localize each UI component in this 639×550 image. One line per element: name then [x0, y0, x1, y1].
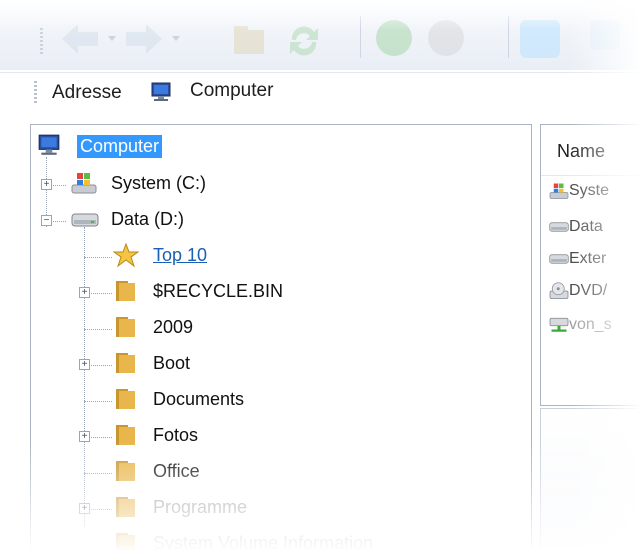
stop-icon[interactable]: [428, 20, 464, 56]
refresh-icon[interactable]: [284, 20, 324, 58]
folder-icon: [116, 461, 135, 481]
tree-item-label: 2009: [153, 317, 194, 337]
tree-item-label: Office: [153, 461, 200, 481]
file-list[interactable]: Name Syste Data Exter DVD/ von_s: [540, 124, 639, 406]
computer-icon: [151, 82, 171, 101]
tree-connector: [84, 473, 112, 474]
tree-item-label: Top 10: [153, 245, 208, 265]
computer-icon: [38, 134, 60, 155]
folder-icon: [116, 281, 135, 301]
address-bar: Adresse Computer: [0, 72, 639, 113]
forward-icon[interactable]: [122, 20, 166, 58]
tree-item-label: Data (D:): [111, 209, 185, 229]
tree-item-label: Fotos: [153, 425, 199, 445]
up-folder-icon[interactable]: [230, 20, 270, 58]
preview-pane: [540, 408, 639, 550]
folder-icon: [116, 353, 135, 373]
dvd-icon: [549, 282, 569, 299]
view-icon[interactable]: [590, 20, 620, 50]
expand-icon[interactable]: +: [79, 359, 90, 370]
disk-icon[interactable]: [520, 20, 560, 58]
tree-connector: [84, 227, 85, 527]
tree-item-label: System Volume Information: [153, 533, 374, 550]
tree-item-label: Documents: [153, 389, 245, 409]
list-item-label: Exter: [569, 250, 607, 267]
go-icon[interactable]: [376, 20, 412, 56]
tree-item-label: $RECYCLE.BIN: [153, 281, 284, 301]
tree-item-label: Computer: [77, 135, 163, 158]
address-label: Adresse: [52, 82, 122, 103]
folder-tree[interactable]: Computer + System (C:) − Data (D:) Top 1…: [30, 124, 532, 550]
network-drive-icon: [549, 317, 569, 332]
windows-drive-icon: [71, 173, 97, 194]
star-icon: [113, 243, 139, 267]
column-header-label: Name: [557, 141, 606, 161]
tree-connector: [84, 401, 112, 402]
tree-item-label: Programme: [153, 497, 248, 517]
forward-dropdown-icon[interactable]: [172, 36, 180, 41]
address-grip[interactable]: [34, 81, 37, 105]
drive-icon: [71, 213, 99, 227]
expand-icon[interactable]: +: [79, 431, 90, 442]
column-header-name[interactable]: Name: [541, 125, 639, 176]
folder-icon: [116, 425, 135, 445]
tree-connector: [84, 329, 112, 330]
tree-item-label: System (C:): [111, 173, 207, 193]
toolbar: [0, 0, 639, 70]
folder-icon: [116, 317, 135, 337]
toolbar-separator: [508, 16, 509, 58]
drive-icon: [549, 222, 569, 232]
tree-item-label: Boot: [153, 353, 191, 373]
folder-icon: [116, 497, 135, 517]
list-item-label: Data: [569, 218, 603, 235]
drive-icon: [549, 254, 569, 264]
tree-connector: [84, 257, 112, 258]
list-item-label: Syste: [569, 182, 610, 199]
windows-drive-icon: [549, 183, 569, 199]
toolbar-grip[interactable]: [40, 28, 43, 54]
list-item-label: DVD/: [569, 282, 608, 299]
address-value[interactable]: Computer: [190, 80, 273, 102]
expand-icon[interactable]: +: [79, 287, 90, 298]
expand-icon[interactable]: +: [79, 503, 90, 514]
folder-icon: [116, 389, 135, 409]
toolbar-separator: [360, 16, 361, 58]
folder-icon: [116, 533, 135, 550]
collapse-icon[interactable]: −: [41, 215, 52, 226]
explorer-window: Adresse Computer Computer + System (C:) …: [0, 0, 639, 550]
back-icon[interactable]: [58, 20, 102, 58]
back-dropdown-icon[interactable]: [108, 36, 116, 41]
expand-icon[interactable]: +: [41, 179, 52, 190]
list-item-label: von_s: [569, 316, 612, 333]
